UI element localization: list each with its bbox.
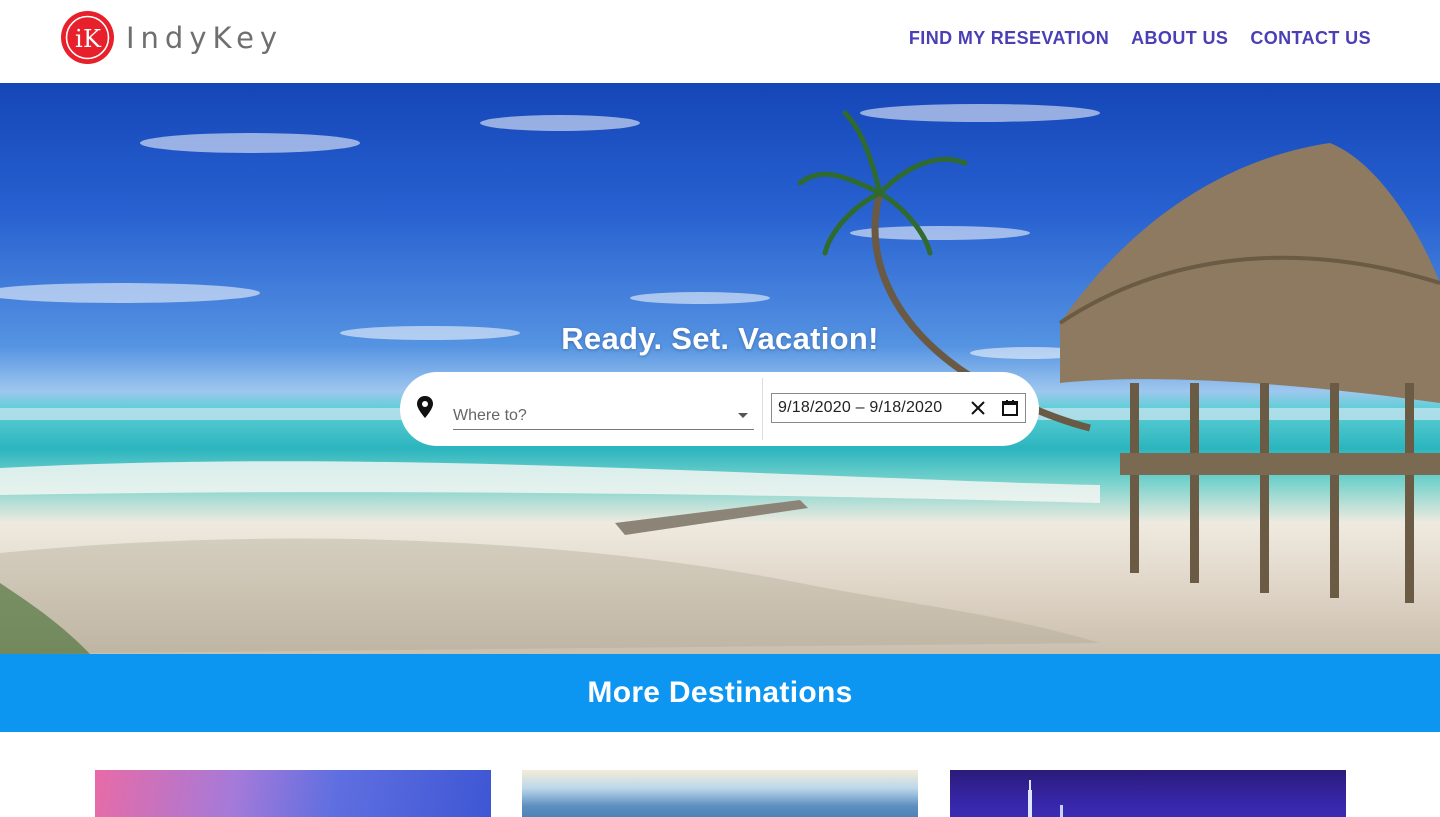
more-destinations-banner: More Destinations <box>0 654 1440 732</box>
hero-title: Ready. Set. Vacation! <box>561 321 879 356</box>
city-skyline-image <box>1028 780 1063 817</box>
beach-background-image <box>0 104 1440 654</box>
date-range-picker[interactable]: 9/18/2020 – 9/18/2020 <box>771 393 1026 423</box>
brand-logo[interactable]: i K IndyKey <box>61 11 283 64</box>
destination-card[interactable] <box>95 770 491 817</box>
destination-card[interactable] <box>950 770 1346 817</box>
nav-about-us[interactable]: ABOUT US <box>1131 28 1228 49</box>
hero-section: Ready. Set. Vacation! Where to? 9/18/202… <box>0 83 1440 654</box>
more-destinations-title: More Destinations <box>587 676 853 709</box>
destination-select[interactable]: Where to? <box>453 398 754 430</box>
brand-name: IndyKey <box>126 20 284 55</box>
nav-find-reservation[interactable]: FIND MY RESEVATION <box>909 28 1109 49</box>
search-bar: Where to? 9/18/2020 – 9/18/2020 <box>400 372 1039 446</box>
nav-contact-us[interactable]: CONTACT US <box>1250 28 1371 49</box>
logo-mark: i K <box>61 11 114 64</box>
map-pin-icon <box>417 396 433 418</box>
svg-text:K: K <box>83 25 102 53</box>
search-divider <box>762 378 763 440</box>
site-header: i K IndyKey FIND MY RESEVATION ABOUT US … <box>0 0 1440 83</box>
main-nav: FIND MY RESEVATION ABOUT US CONTACT US <box>909 28 1371 49</box>
destination-placeholder: Where to? <box>453 407 527 424</box>
caret-down-icon[interactable] <box>738 413 748 418</box>
calendar-icon[interactable] <box>1001 399 1019 417</box>
close-icon[interactable] <box>969 399 987 417</box>
destination-card[interactable] <box>522 770 918 817</box>
svg-text:i: i <box>75 25 83 53</box>
date-range-value: 9/18/2020 – 9/18/2020 <box>778 399 943 416</box>
